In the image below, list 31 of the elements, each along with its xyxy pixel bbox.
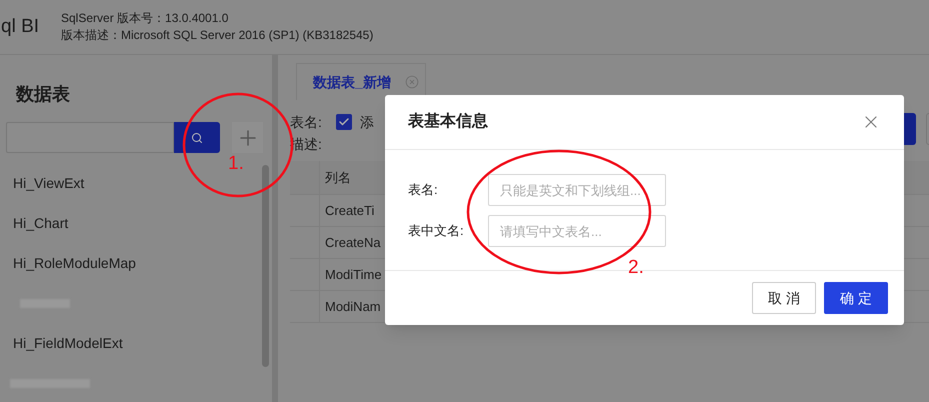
search-icon — [191, 132, 203, 144]
column-header: 列名 — [324, 168, 351, 187]
add-button[interactable] — [232, 122, 263, 153]
field-label: 表中文名: — [408, 222, 465, 240]
table-list-item[interactable]: Hi_FieldModelExt — [13, 332, 123, 354]
text-field[interactable]: 只能是英文和下划线组... — [488, 174, 666, 206]
dialog-title: 表基本信息 — [408, 112, 488, 132]
name-label: 表名: — [290, 112, 322, 132]
version-description: 版本描述：Microsoft SQL Server 2016 (SP1) (KB3182545) — [61, 27, 374, 44]
annotation-number: 1. — [228, 152, 244, 176]
table-list-item[interactable]: Hi_RoleModuleMap — [13, 252, 136, 274]
table-cell-text: ModiNam — [324, 298, 381, 316]
table-cell-text: ModiTime — [324, 266, 382, 284]
table-cell-text: CreateTi — [324, 202, 374, 220]
table-cell-text: CreateNa — [324, 234, 381, 252]
app-logo: ql BI — [1, 14, 40, 39]
close-tab-icon[interactable] — [404, 75, 419, 89]
search-field[interactable] — [6, 122, 174, 153]
checkbox[interactable] — [336, 114, 352, 130]
check-icon — [338, 116, 350, 128]
checkbox-label: 添 — [360, 112, 374, 132]
table-list-item[interactable]: Hi_ViewExt — [13, 172, 84, 194]
annotation-number: 2. — [628, 256, 644, 280]
sidebar-title: 数据表 — [16, 83, 71, 106]
text-field[interactable]: 请填写中文表名... — [488, 215, 666, 247]
version-text: SqlServer 版本号：13.0.4001.0 — [61, 10, 230, 27]
search-button[interactable] — [174, 122, 220, 153]
table-list-item[interactable]: Hi_Chart — [13, 212, 68, 234]
cancel-button[interactable]: 取 消 — [752, 282, 816, 314]
confirm-button[interactable]: 确 定 — [824, 282, 888, 314]
field-label: 表名: — [408, 181, 439, 200]
